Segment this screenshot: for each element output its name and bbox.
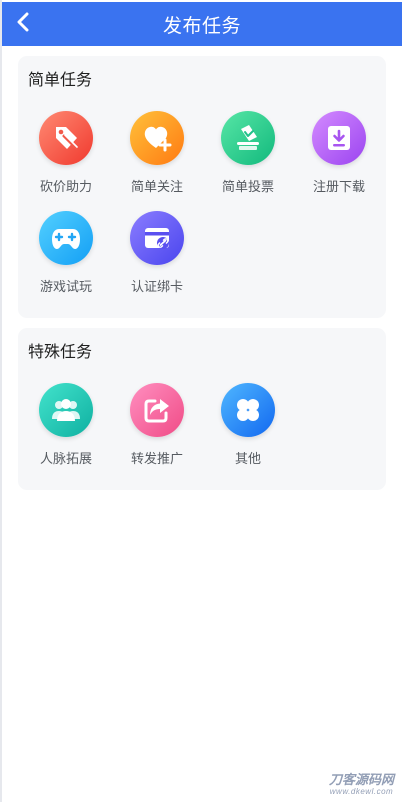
task-label: 砍价助力 <box>39 179 92 194</box>
task-label: 游戏试玩 <box>39 279 92 294</box>
download-box-icon <box>312 111 366 165</box>
heart-plus-icon <box>130 111 184 165</box>
task-item-network[interactable]: 人脉拓展 <box>28 383 104 467</box>
task-label: 认证绑卡 <box>130 279 183 294</box>
watermark-logo: 刀客源码网 www.dkewl.com <box>328 772 394 798</box>
tag-slash-icon <box>39 111 93 165</box>
special-tasks-section: 特殊任务 人脉拓展 转发推广 其他 <box>18 328 386 490</box>
task-item-card-verify[interactable]: 认证绑卡 <box>119 211 195 295</box>
app-header: 发布任务 <box>2 2 402 46</box>
section-title-simple: 简单任务 <box>28 72 93 89</box>
chevron-left-icon <box>16 12 30 37</box>
card-link-icon <box>130 211 184 265</box>
task-label: 其他 <box>234 451 261 466</box>
task-label: 简单关注 <box>130 179 183 194</box>
share-icon <box>130 383 184 437</box>
watermark-subtext: www.dkewl.com <box>329 787 394 796</box>
section-title-special: 特殊任务 <box>28 344 93 361</box>
task-item-share-promo[interactable]: 转发推广 <box>119 383 195 467</box>
task-item-other[interactable]: 其他 <box>210 383 286 467</box>
task-item-bargain[interactable]: 砍价助力 <box>28 111 104 195</box>
task-item-vote[interactable]: 简单投票 <box>210 111 286 195</box>
people-icon <box>39 383 93 437</box>
ballot-box-icon <box>221 111 275 165</box>
task-item-game-trial[interactable]: 游戏试玩 <box>28 211 104 295</box>
back-button[interactable] <box>8 6 38 42</box>
task-label: 转发推广 <box>130 451 183 466</box>
task-item-follow[interactable]: 简单关注 <box>119 111 195 195</box>
page-title: 发布任务 <box>162 15 241 37</box>
gamepad-icon <box>39 211 93 265</box>
task-label: 简单投票 <box>221 179 274 194</box>
simple-tasks-section: 简单任务 砍价助力 简单关注 简单投票 注册下载 游戏试玩 认证绑卡 <box>18 56 386 318</box>
watermark-text: 刀客源码网 <box>328 772 394 787</box>
task-label: 人脉拓展 <box>39 451 92 466</box>
task-label: 注册下载 <box>312 179 365 194</box>
clover-icon <box>221 383 275 437</box>
task-item-register-download[interactable]: 注册下载 <box>301 111 377 195</box>
left-edge-border <box>0 0 2 802</box>
